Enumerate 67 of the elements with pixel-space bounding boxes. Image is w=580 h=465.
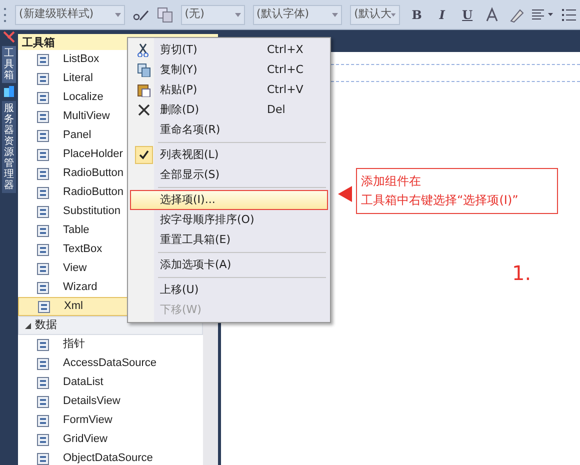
scissors-icon [137,43,151,57]
toolbox-item[interactable]: FormView [18,411,203,430]
callout-text: 添加组件在 [361,173,422,190]
menu-item[interactable]: 重置工具箱(E) [130,230,328,250]
control-icon [36,110,50,124]
menu-item[interactable]: 上移(U) [130,280,328,300]
caret-icon [114,12,121,16]
caret-icon [391,12,396,16]
menu-item[interactable]: 重命名项(R) [130,120,328,140]
caret-icon [332,12,338,16]
toolbox-item[interactable]: ObjectDataSource [18,449,203,465]
expander-icon[interactable] [25,322,31,328]
side-tab[interactable]: 工具箱 [2,46,16,83]
format-button[interactable]: B [408,6,426,24]
control-icon [36,52,50,66]
control-icon [36,356,50,370]
caret-icon [234,12,240,16]
menu-item[interactable]: 全部显示(S) [130,165,328,185]
toolbox-item[interactable]: DetailsView [18,392,203,411]
copy-format-icon[interactable] [156,6,173,22]
control-icon [36,166,50,180]
control-icon [36,242,50,256]
align-left-icon[interactable] [532,8,554,20]
control-icon [36,452,50,465]
control-icon [36,186,50,200]
control-icon [36,72,50,86]
menu-item[interactable]: 按字母顺序排序(O) [130,210,328,230]
toolbar-grip-icon [4,6,7,24]
control-icon [36,128,50,142]
font-color-icon[interactable] [484,6,500,22]
style-dropdown[interactable]: (默认字体) [252,4,342,24]
control-icon [36,90,50,104]
style-dropdown[interactable]: (新建级联样式) [15,4,125,24]
control-icon [36,414,50,428]
menu-item[interactable]: 复制(Y) Ctrl+C [130,60,328,80]
step-number: 1. [512,260,532,287]
control-icon [36,224,50,238]
callout-text: 工具箱中右键选择“选择项(I)” [361,192,520,210]
bullet-list-icon[interactable] [562,8,576,20]
side-tab[interactable]: 服务器资源管理器 [2,101,16,193]
clipboard-icon [137,83,151,97]
style-dropdown[interactable]: (无) [180,4,244,24]
control-icon [36,204,50,218]
copy-icon [137,63,151,77]
control-icon [36,262,50,276]
pointer-arrow-icon [338,186,352,202]
menu-item[interactable]: 列表视图(L) [130,145,328,165]
control-icon [36,394,50,408]
control-icon [36,280,50,294]
highlight-icon[interactable] [508,6,524,22]
control-icon [36,432,50,446]
format-button[interactable]: I [433,6,451,24]
toolbox-item[interactable]: AccessDataSource [18,354,203,373]
style-dropdown[interactable]: (默认大 [350,4,400,24]
menu-item[interactable]: 添加选项卡(A) [130,255,328,275]
menu-item[interactable]: 粘贴(P) Ctrl+V [130,80,328,100]
toolbox-item[interactable]: GridView [18,430,203,449]
format-button[interactable]: U [458,6,476,24]
control-icon [37,300,51,314]
menu-item[interactable]: 删除(D) Del [130,100,328,120]
control-icon [36,338,50,352]
close-icon [137,103,151,117]
control-icon [36,148,50,162]
toolbox-item[interactable]: 指针 [18,335,203,354]
toolbox-item[interactable]: DataList [18,373,203,392]
control-icon [36,376,50,390]
menu-item[interactable]: 选择项(I)... [130,190,328,210]
